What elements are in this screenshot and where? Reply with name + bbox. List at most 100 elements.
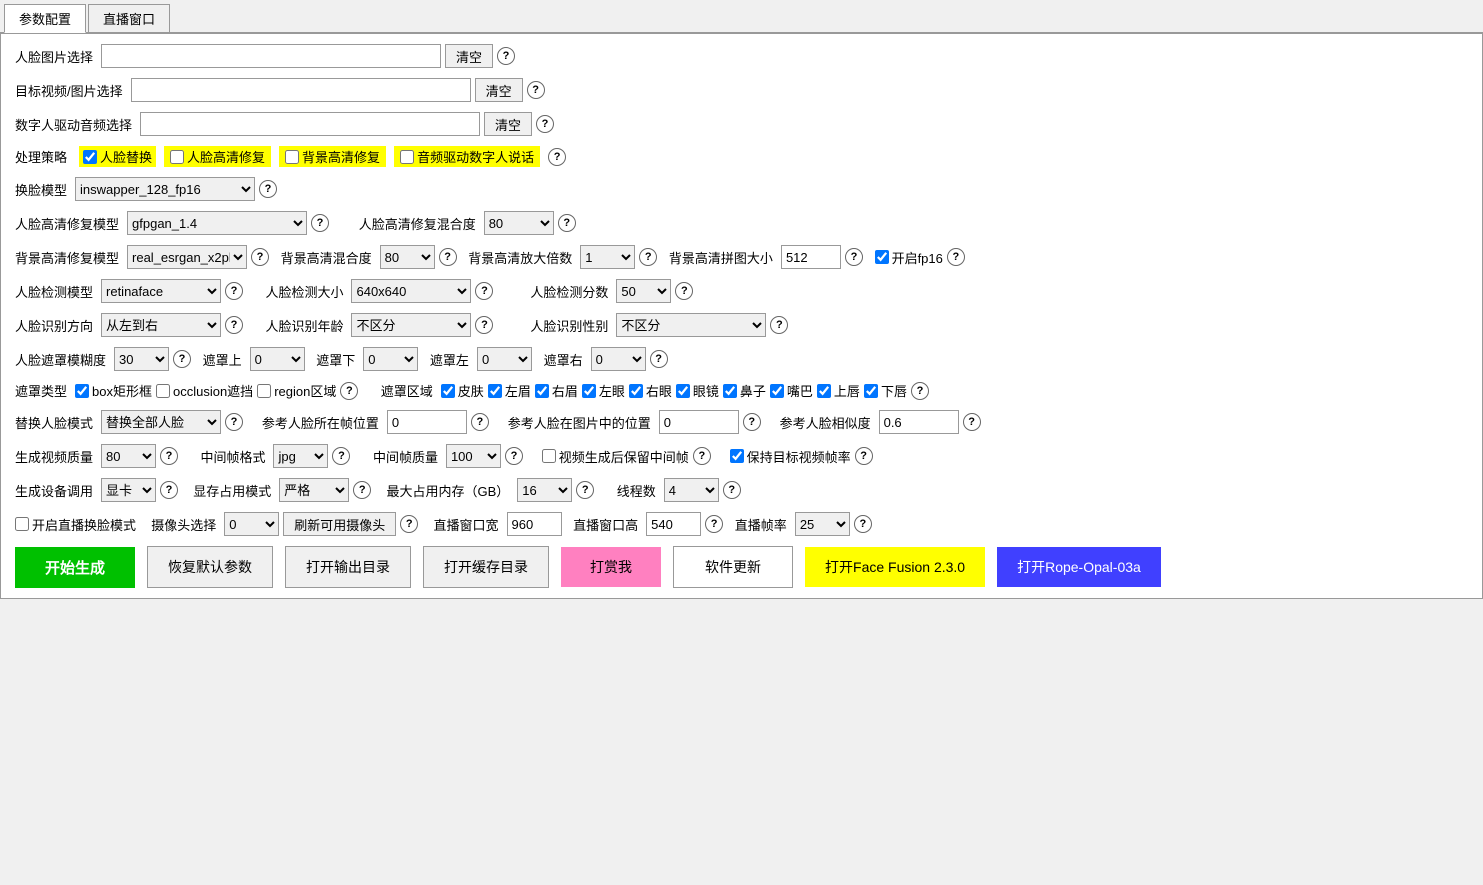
face-age-select[interactable]: 不区分 xyxy=(351,313,471,337)
mid-frame-quality-help-icon[interactable]: ? xyxy=(505,447,523,465)
swap-model-help-icon[interactable]: ? xyxy=(259,180,277,198)
camera-select[interactable]: 0 xyxy=(224,512,279,536)
face-hd-model-help-icon[interactable]: ? xyxy=(311,214,329,232)
target-video-help-icon[interactable]: ? xyxy=(527,81,545,99)
mask-occlusion[interactable]: occlusion遮挡 xyxy=(156,381,253,400)
mask-left-brow[interactable]: 左眉 xyxy=(488,381,531,400)
bg-tile-input[interactable] xyxy=(781,245,841,269)
audio-input[interactable] xyxy=(140,112,480,136)
enable-fp16-help-icon[interactable]: ? xyxy=(947,248,965,266)
strategy-audio-drive[interactable]: 音频驱动数字人说话 xyxy=(394,146,540,167)
live-height-input[interactable] xyxy=(646,512,701,536)
mask-bottom-select[interactable]: 0 xyxy=(363,347,418,371)
swap-mode-select[interactable]: 替换全部人脸 xyxy=(101,410,221,434)
swap-model-select[interactable]: inswapper_128_fp16 xyxy=(75,177,255,201)
video-quality-help-icon[interactable]: ? xyxy=(160,447,178,465)
face-detect-model-help-icon[interactable]: ? xyxy=(225,282,243,300)
bg-hd-blend-select[interactable]: 80 xyxy=(380,245,435,269)
face-detect-score-help-icon[interactable]: ? xyxy=(675,282,693,300)
mask-right-help-icon[interactable]: ? xyxy=(650,350,668,368)
mask-blur-help-icon[interactable]: ? xyxy=(173,350,191,368)
max-memory-select[interactable]: 16 xyxy=(517,478,572,502)
face-detect-size-help-icon[interactable]: ? xyxy=(475,282,493,300)
bg-tile-help-icon[interactable]: ? xyxy=(845,248,863,266)
mask-blur-select[interactable]: 30 xyxy=(114,347,169,371)
mask-upper-lip[interactable]: 上唇 xyxy=(817,381,860,400)
refresh-camera-button[interactable]: 刷新可用摄像头 xyxy=(283,512,396,536)
face-image-help-icon[interactable]: ? xyxy=(497,47,515,65)
live-swap-label[interactable]: 开启直播换脸模式 xyxy=(15,515,136,534)
face-image-input[interactable] xyxy=(101,44,441,68)
threads-help-icon[interactable]: ? xyxy=(723,481,741,499)
mask-region[interactable]: region区域 xyxy=(257,381,336,400)
keep-fps-help-icon[interactable]: ? xyxy=(855,447,873,465)
ref-face-sim-help-icon[interactable]: ? xyxy=(963,413,981,431)
audio-help-icon[interactable]: ? xyxy=(536,115,554,133)
face-direction-select[interactable]: 从左到右 xyxy=(101,313,221,337)
reward-button[interactable]: 打赏我 xyxy=(561,547,661,587)
device-help-icon[interactable]: ? xyxy=(160,481,178,499)
camera-help-icon[interactable]: ? xyxy=(400,515,418,533)
start-button[interactable]: 开始生成 xyxy=(15,547,135,588)
vram-mode-help-icon[interactable]: ? xyxy=(353,481,371,499)
mask-left-select[interactable]: 0 xyxy=(477,347,532,371)
mask-left-eye[interactable]: 左眼 xyxy=(582,381,625,400)
ref-face-sim-input[interactable] xyxy=(879,410,959,434)
mask-right-select[interactable]: 0 xyxy=(591,347,646,371)
bg-hd-scale-help-icon[interactable]: ? xyxy=(639,248,657,266)
strategy-face-replace[interactable]: 人脸替换 xyxy=(79,146,156,167)
keep-mid-frame-help-icon[interactable]: ? xyxy=(693,447,711,465)
keep-mid-frame-label[interactable]: 视频生成后保留中间帧 xyxy=(542,447,689,466)
strategy-bg-hd[interactable]: 背景高清修复 xyxy=(279,146,386,167)
bg-hd-scale-select[interactable]: 1 xyxy=(580,245,635,269)
face-hd-blend-help-icon[interactable]: ? xyxy=(558,214,576,232)
mask-skin[interactable]: 皮肤 xyxy=(441,381,484,400)
mask-right-brow[interactable]: 右眉 xyxy=(535,381,578,400)
face-image-clear-button[interactable]: 清空 xyxy=(445,44,493,68)
mask-type-help-icon[interactable]: ? xyxy=(340,382,358,400)
strategy-help-icon[interactable]: ? xyxy=(548,148,566,166)
face-gender-select[interactable]: 不区分 xyxy=(616,313,766,337)
mask-glasses[interactable]: 眼镜 xyxy=(676,381,719,400)
max-memory-help-icon[interactable]: ? xyxy=(576,481,594,499)
restore-button[interactable]: 恢复默认参数 xyxy=(147,546,273,588)
mid-frame-format-select[interactable]: jpg xyxy=(273,444,328,468)
face-detect-size-select[interactable]: 640x640 xyxy=(351,279,471,303)
mask-mouth[interactable]: 嘴巴 xyxy=(770,381,813,400)
mask-box[interactable]: box矩形框 xyxy=(75,381,152,400)
audio-clear-button[interactable]: 清空 xyxy=(484,112,532,136)
update-button[interactable]: 软件更新 xyxy=(673,546,793,588)
target-video-clear-button[interactable]: 清空 xyxy=(475,78,523,102)
threads-select[interactable]: 4 xyxy=(664,478,719,502)
face-hd-blend-select[interactable]: 80 xyxy=(484,211,554,235)
ref-face-img-pos-help-icon[interactable]: ? xyxy=(743,413,761,431)
ref-face-pos-help-icon[interactable]: ? xyxy=(471,413,489,431)
bg-hd-blend-help-icon[interactable]: ? xyxy=(439,248,457,266)
open-cache-button[interactable]: 打开缓存目录 xyxy=(423,546,549,588)
tab-params[interactable]: 参数配置 xyxy=(4,4,86,33)
enable-fp16-label[interactable]: 开启fp16 xyxy=(875,248,943,267)
mask-top-select[interactable]: 0 xyxy=(250,347,305,371)
device-select[interactable]: 显卡 xyxy=(101,478,156,502)
mid-frame-format-help-icon[interactable]: ? xyxy=(332,447,350,465)
keep-fps-label[interactable]: 保持目标视频帧率 xyxy=(730,447,851,466)
live-fps-select[interactable]: 25 xyxy=(795,512,850,536)
swap-mode-help-icon[interactable]: ? xyxy=(225,413,243,431)
face-hd-model-select[interactable]: gfpgan_1.4 xyxy=(127,211,307,235)
mid-frame-quality-select[interactable]: 100 xyxy=(446,444,501,468)
open-rope-button[interactable]: 打开Rope-Opal-03a xyxy=(997,547,1161,587)
face-direction-help-icon[interactable]: ? xyxy=(225,316,243,334)
video-quality-select[interactable]: 80 xyxy=(101,444,156,468)
mask-nose[interactable]: 鼻子 xyxy=(723,381,766,400)
target-video-input[interactable] xyxy=(131,78,471,102)
bg-hd-model-select[interactable]: real_esrgan_x2plus xyxy=(127,245,247,269)
live-size-help-icon[interactable]: ? xyxy=(705,515,723,533)
mask-lower-lip[interactable]: 下唇 xyxy=(864,381,907,400)
open-face-fusion-button[interactable]: 打开Face Fusion 2.3.0 xyxy=(805,547,985,587)
bg-hd-model-help-icon[interactable]: ? xyxy=(251,248,269,266)
vram-mode-select[interactable]: 严格 xyxy=(279,478,349,502)
face-detect-score-select[interactable]: 50 xyxy=(616,279,671,303)
ref-face-img-pos-input[interactable] xyxy=(659,410,739,434)
open-output-button[interactable]: 打开输出目录 xyxy=(285,546,411,588)
face-detect-model-select[interactable]: retinaface xyxy=(101,279,221,303)
